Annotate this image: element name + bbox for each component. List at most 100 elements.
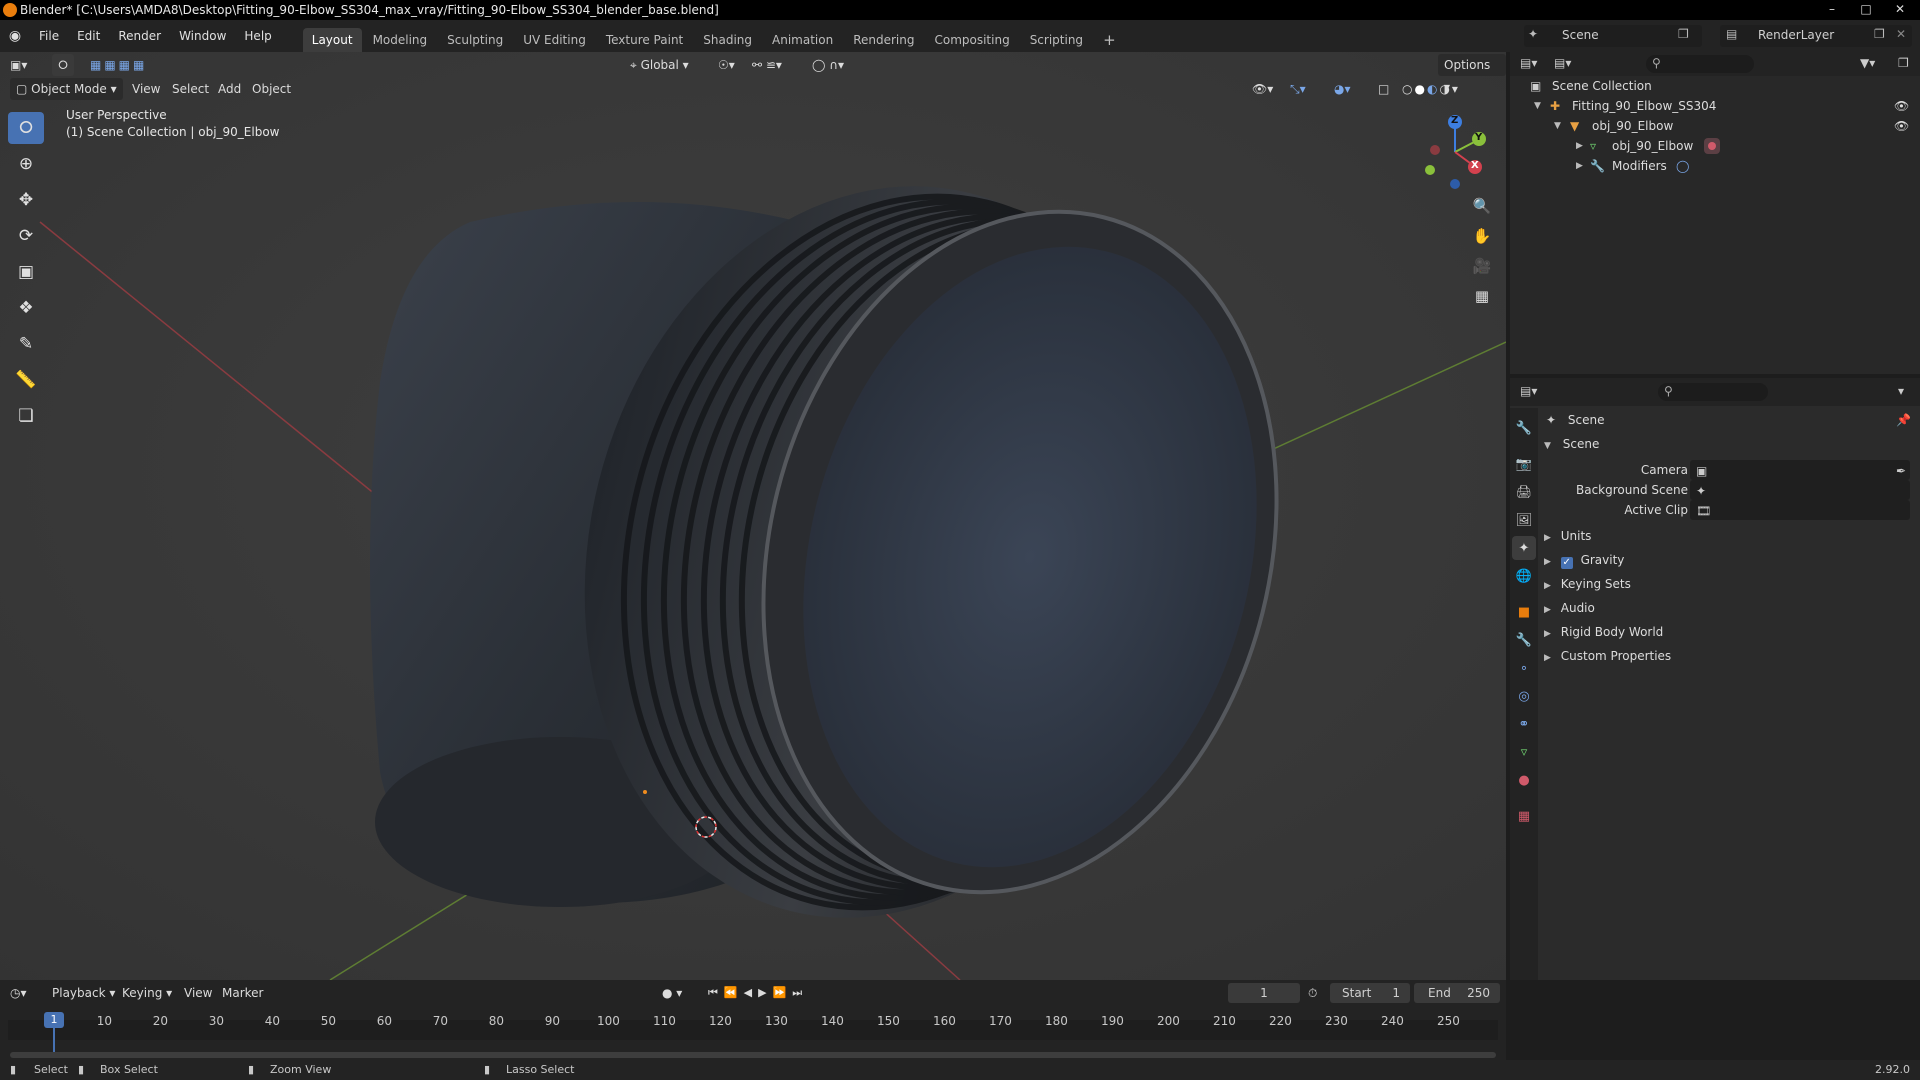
gizmo-toggle-icon[interactable]: ⤡▾ — [1290, 78, 1306, 100]
tab-modeling[interactable]: Modeling — [364, 28, 437, 52]
pan-view-icon[interactable]: ✋ — [1468, 222, 1496, 250]
scene-selector[interactable]: ✦ Scene ❐ — [1524, 25, 1702, 47]
eyedropper-icon[interactable]: ✒ — [1896, 461, 1906, 481]
scene-panel-header[interactable]: ▼ Scene — [1544, 434, 1904, 454]
physics-tab-icon[interactable]: ◎ — [1512, 684, 1536, 708]
rigid-body-world-section[interactable]: ▶ Rigid Body World — [1544, 622, 1904, 642]
modifiers-tab-icon[interactable]: 🔧 — [1512, 628, 1536, 652]
visibility-eye-icon[interactable]: 👁 — [1894, 96, 1909, 116]
timeline-editor-type-icon[interactable]: ◷▾ — [10, 982, 27, 1004]
outliner-row-modifiers[interactable]: ▶ 🔧 Modifiers ◯ — [1510, 156, 1920, 176]
output-tab-icon[interactable]: 🖨 — [1512, 480, 1536, 504]
cursor-tool-icon[interactable]: ⊕ — [8, 148, 44, 180]
menu-view[interactable]: View — [132, 78, 160, 100]
view-layer-tab-icon[interactable]: 🖼 — [1512, 508, 1536, 532]
visibility-icon[interactable]: 👁▾ — [1252, 78, 1273, 100]
menu-help[interactable]: Help — [235, 20, 280, 52]
minimize-button[interactable]: – — [1818, 0, 1846, 20]
play-icon[interactable]: ▶ — [758, 986, 772, 999]
object-tab-icon[interactable]: ■ — [1512, 600, 1536, 624]
current-frame-field[interactable]: 1 — [1228, 983, 1300, 1003]
tab-rendering[interactable]: Rendering — [844, 28, 923, 52]
outliner-search-field[interactable]: ⚲ — [1646, 55, 1754, 73]
collapse-arrow-icon[interactable]: ▶ — [1576, 156, 1583, 176]
display-mode-icon[interactable]: ▤▾ — [1554, 56, 1571, 70]
maximize-button[interactable]: □ — [1852, 0, 1880, 20]
next-keyframe-icon[interactable]: ⏩ — [773, 986, 793, 999]
editor-type-icon[interactable]: ▣▾ — [10, 54, 27, 76]
pivot-point-icon[interactable]: ☉▾ — [718, 54, 735, 76]
texture-tab-icon[interactable]: ▦ — [1512, 804, 1536, 828]
properties-editor-type-icon[interactable]: ▤▾ — [1520, 384, 1537, 398]
tab-compositing[interactable]: Compositing — [925, 28, 1018, 52]
annotate-tool-icon[interactable]: ✎ — [8, 328, 44, 360]
zoom-view-icon[interactable]: 🔍 — [1468, 192, 1496, 220]
shading-mode-icons[interactable]: ○●◐◑▾ — [1402, 78, 1460, 100]
end-frame-field[interactable]: End 250 — [1414, 983, 1500, 1003]
timeline-panel[interactable]: ◷▾ Playback ▾ Keying ▾ View Marker ● ▾ ⏮… — [0, 980, 1506, 1066]
play-reverse-icon[interactable]: ◀ — [744, 986, 758, 999]
active-clip-field[interactable]: 🎞 — [1690, 500, 1910, 520]
auto-keying-icon[interactable]: ● ▾ — [662, 982, 682, 1004]
options-dropdown[interactable]: Options ▾ — [1438, 54, 1506, 94]
menu-window[interactable]: Window — [170, 20, 235, 52]
jump-end-icon[interactable]: ⏭ — [792, 986, 808, 999]
transform-orientation-dropdown[interactable]: ⌖ Global ▾ — [630, 54, 689, 76]
scale-tool-icon[interactable]: ▣ — [8, 256, 44, 288]
keying-sets-section[interactable]: ▶ Keying Sets — [1544, 574, 1904, 594]
3d-viewport[interactable]: ▣▾ ⭘ ▦▦▦▦ ⌖ Global ▾ ☉▾ ⚯ ≌▾ ◯ ∩▾ Option… — [0, 52, 1506, 980]
proportional-edit-icon[interactable]: ◯ ∩▾ — [812, 54, 844, 76]
measure-tool-icon[interactable]: 📏 — [8, 364, 44, 396]
background-scene-field[interactable]: ✦ — [1690, 480, 1910, 500]
playback-controls[interactable]: ⏮⏪◀▶⏩⏭ — [708, 982, 808, 1004]
particles-tab-icon[interactable]: ∘ — [1512, 656, 1536, 680]
move-tool-icon[interactable]: ✥ — [8, 184, 44, 216]
tab-animation[interactable]: Animation — [763, 28, 842, 52]
data-tab-icon[interactable]: ▿ — [1512, 740, 1536, 764]
add-workspace-button[interactable]: + — [1094, 28, 1125, 52]
add-cube-tool-icon[interactable]: ❏ — [8, 400, 44, 432]
gravity-section[interactable]: ▶ ✓ Gravity — [1544, 550, 1904, 570]
menu-add[interactable]: Add — [218, 78, 241, 100]
audio-section[interactable]: ▶ Audio — [1544, 598, 1904, 618]
menu-object[interactable]: Object — [252, 78, 291, 100]
transform-tool-icon[interactable]: ❖ — [8, 292, 44, 324]
tab-uv-editing[interactable]: UV Editing — [514, 28, 595, 52]
scene-tab-icon[interactable]: ✦ — [1512, 536, 1536, 560]
timeline-view-menu[interactable]: View — [184, 982, 212, 1004]
tab-texture-paint[interactable]: Texture Paint — [597, 28, 692, 52]
close-button[interactable]: ✕ — [1886, 0, 1914, 20]
units-section[interactable]: ▶ Units — [1544, 526, 1904, 546]
select-box-tool-icon[interactable]: ⭘ — [8, 112, 44, 144]
outliner-row-fitting[interactable]: ▼ ✚ Fitting_90_Elbow_SS304 👁 — [1510, 96, 1920, 116]
gravity-checkbox[interactable]: ✓ — [1560, 557, 1573, 569]
start-frame-field[interactable]: Start 1 — [1330, 983, 1410, 1003]
collapse-arrow-icon[interactable]: ▶ — [1576, 136, 1583, 156]
outliner-editor-type-icon[interactable]: ▤▾ — [1520, 56, 1537, 70]
menu-file[interactable]: File — [30, 20, 68, 52]
filter-icon[interactable]: ▼▾ — [1860, 56, 1875, 70]
world-tab-icon[interactable]: 🌐 — [1512, 564, 1536, 588]
perspective-toggle-icon[interactable]: ▦ — [1468, 282, 1496, 310]
render-tab-icon[interactable]: 📷 — [1512, 452, 1536, 476]
new-scene-icon[interactable]: ❐ — [1678, 27, 1689, 41]
snapping-icon[interactable]: ⚯ ≌▾ — [752, 54, 782, 76]
overlays-toggle-icon[interactable]: ◕▾ — [1334, 78, 1351, 100]
select-tool-icon[interactable]: ⭘ — [52, 54, 74, 76]
tool-settings-tab-icon[interactable]: 🔧 — [1512, 416, 1536, 440]
material-tab-icon[interactable]: ● — [1512, 768, 1536, 792]
constraints-tab-icon[interactable]: ⚭ — [1512, 712, 1536, 736]
tab-scripting[interactable]: Scripting — [1021, 28, 1092, 52]
camera-view-icon[interactable]: 🎥 — [1468, 252, 1496, 280]
custom-properties-section[interactable]: ▶ Custom Properties — [1544, 646, 1904, 666]
expand-arrow-icon[interactable]: ▼ — [1554, 116, 1561, 136]
chevron-down-icon[interactable]: ▾ — [1898, 384, 1904, 398]
mode-dropdown[interactable]: ▢ Object Mode ▾ — [10, 78, 123, 100]
menu-select[interactable]: Select — [172, 78, 209, 100]
rotate-tool-icon[interactable]: ⟳ — [8, 220, 44, 252]
new-view-layer-icon[interactable]: ❐ — [1874, 27, 1885, 41]
blender-menu-icon[interactable]: ◉ — [0, 28, 30, 44]
menu-edit[interactable]: Edit — [68, 20, 109, 52]
properties-search-field[interactable]: ⚲ — [1658, 383, 1768, 401]
jump-start-icon[interactable]: ⏮ — [708, 986, 724, 999]
